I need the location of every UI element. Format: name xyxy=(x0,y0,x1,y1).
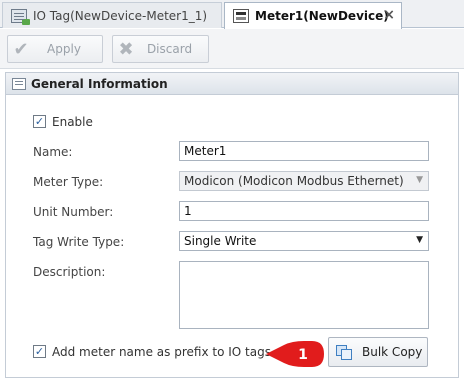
general-information-panel: General Information ✓ Enable Name: Meter… xyxy=(5,72,459,378)
io-tag-icon xyxy=(11,8,30,25)
tab-meter1[interactable]: Meter1(NewDevice) × xyxy=(224,2,402,29)
panel-title: General Information xyxy=(31,76,168,91)
prefix-checkbox[interactable]: ✓ xyxy=(33,345,46,358)
unit-number-value: 1 xyxy=(184,204,192,218)
bulk-copy-label: Bulk Copy xyxy=(362,345,423,359)
unit-number-label: Unit Number: xyxy=(33,205,114,219)
bulk-copy-button[interactable]: Bulk Copy xyxy=(328,337,428,367)
description-textarea[interactable] xyxy=(179,261,429,329)
name-input[interactable]: Meter1 xyxy=(179,141,429,161)
panel-header: General Information xyxy=(6,73,458,95)
form-icon xyxy=(12,77,26,90)
meter-type-value: Modicon (Modicon Modbus Ethernet) xyxy=(184,174,404,188)
unit-number-input[interactable]: 1 xyxy=(179,201,429,221)
close-icon[interactable]: × xyxy=(383,7,395,23)
chevron-down-icon: ▼ xyxy=(416,175,423,185)
apply-button[interactable]: ✔ Apply xyxy=(7,35,103,63)
callout-marker: 1 xyxy=(266,341,324,367)
meter-type-label: Meter Type: xyxy=(33,175,104,189)
meter-type-select: Modicon (Modicon Modbus Ethernet) ▼ xyxy=(179,171,429,191)
meter-icon xyxy=(233,9,249,23)
tag-write-type-label: Tag Write Type: xyxy=(33,235,125,249)
name-label: Name: xyxy=(33,145,73,159)
callout-number: 1 xyxy=(298,347,308,363)
tab-bar: IO Tag(NewDevice-Meter1_1) Meter1(NewDev… xyxy=(0,0,464,29)
enable-label: Enable xyxy=(52,115,93,129)
tab-io-tag-label: IO Tag(NewDevice-Meter1_1) xyxy=(33,8,208,23)
tag-write-type-select[interactable]: Single Write ▼ xyxy=(179,231,429,251)
discard-label: Discard xyxy=(146,42,193,56)
chevron-down-icon: ▼ xyxy=(416,235,423,245)
toolbar: ✔ Apply ✖ Discard xyxy=(0,29,464,69)
checkmark-icon: ✔ xyxy=(13,38,29,60)
name-value: Meter1 xyxy=(184,144,227,158)
callout-arrow-shape xyxy=(266,341,324,367)
tag-write-type-value: Single Write xyxy=(184,234,257,248)
prefix-label: Add meter name as prefix to IO tags xyxy=(52,345,271,359)
tab-meter1-label: Meter1(NewDevice) xyxy=(255,9,389,23)
description-label: Description: xyxy=(33,265,106,279)
tab-io-tag[interactable]: IO Tag(NewDevice-Meter1_1) xyxy=(2,2,222,28)
apply-label: Apply xyxy=(47,42,81,56)
enable-checkbox[interactable]: ✓ xyxy=(33,115,46,128)
x-icon: ✖ xyxy=(118,38,134,60)
copy-icon xyxy=(336,345,352,360)
discard-button[interactable]: ✖ Discard xyxy=(112,35,209,63)
